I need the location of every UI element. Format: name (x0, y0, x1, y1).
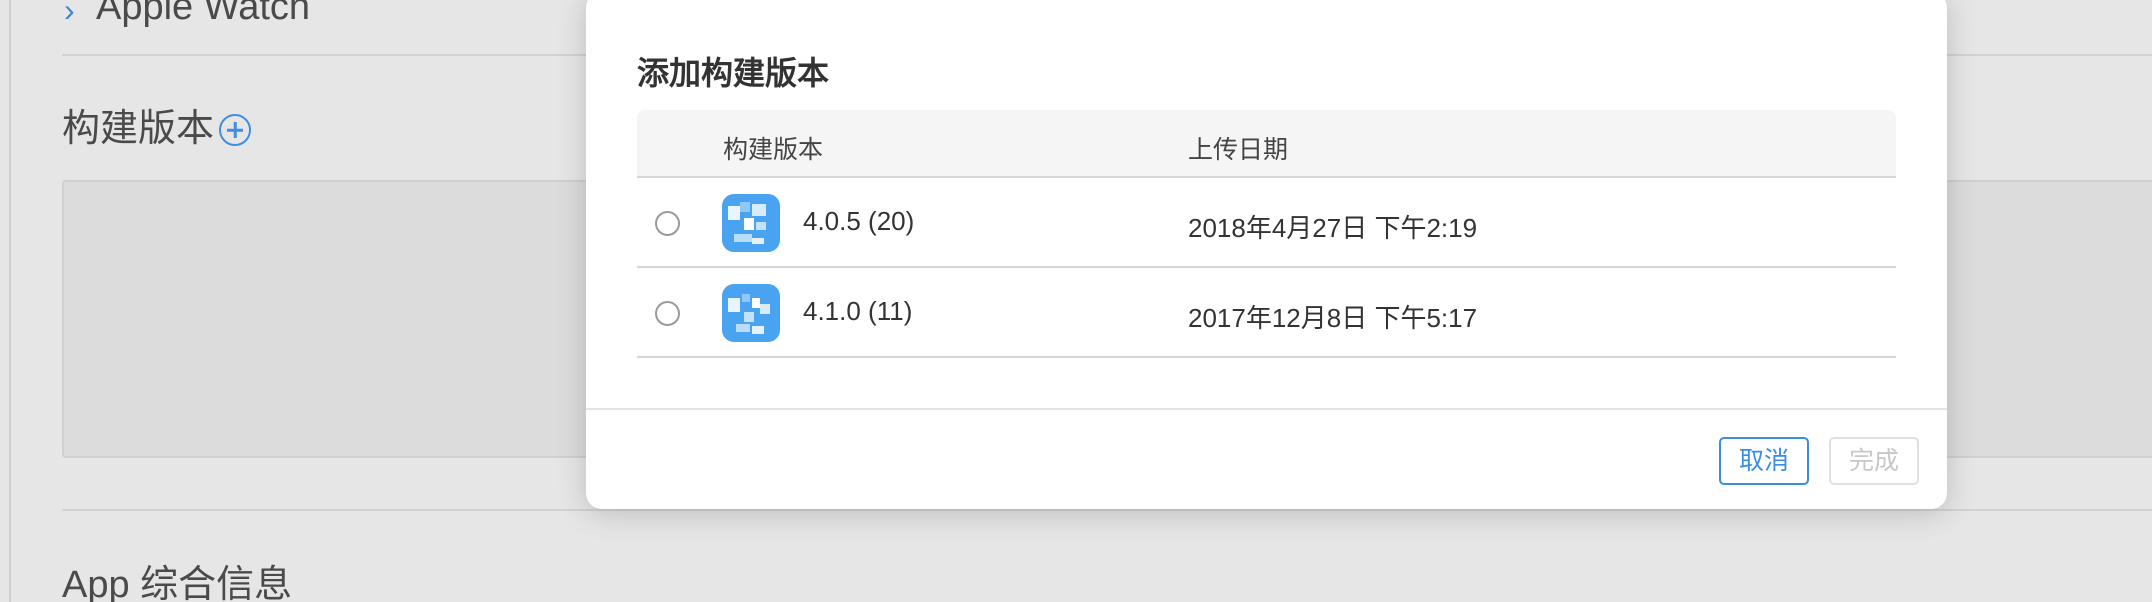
table-row[interactable]: 4.0.5 (20) 2018年4月27日 下午2:19 (637, 178, 1896, 268)
build-radio[interactable] (655, 301, 680, 326)
footer-divider (586, 408, 1947, 410)
page: › Apple Watch 构建版本 App 综合信息 添加构建版本 构建版本 … (0, 0, 2152, 602)
column-header-upload-date: 上传日期 (1188, 136, 1289, 164)
build-radio[interactable] (655, 211, 680, 236)
upload-date: 2017年12月8日 下午5:17 (1188, 303, 1478, 333)
app-icon (722, 194, 780, 252)
done-button[interactable]: 完成 (1829, 437, 1919, 485)
app-icon (722, 284, 780, 342)
upload-date: 2018年4月27日 下午2:19 (1188, 213, 1478, 243)
build-table: 构建版本 上传日期 4.0.5 (20) 2018年4月27日 下午2:19 4… (637, 110, 1896, 358)
add-build-icon[interactable] (219, 114, 251, 146)
table-header: 构建版本 上传日期 (637, 110, 1896, 178)
cancel-button[interactable]: 取消 (1719, 437, 1809, 485)
divider (62, 509, 2152, 511)
section-apple-watch[interactable]: Apple Watch (96, 0, 310, 26)
build-version: 4.0.5 (20) (803, 206, 915, 236)
build-version: 4.1.0 (11) (803, 296, 913, 326)
left-border (9, 0, 11, 602)
section-build-title: 构建版本 (62, 108, 215, 150)
add-build-dialog: 添加构建版本 构建版本 上传日期 4.0.5 (20) 2018年4月27日 下… (586, 0, 1947, 509)
dialog-title: 添加构建版本 (637, 55, 830, 91)
table-row[interactable]: 4.1.0 (11) 2017年12月8日 下午5:17 (637, 268, 1896, 358)
section-app-info-title: App 综合信息 (62, 564, 293, 602)
chevron-right-icon[interactable]: › (64, 0, 75, 26)
column-header-build: 构建版本 (723, 136, 824, 164)
